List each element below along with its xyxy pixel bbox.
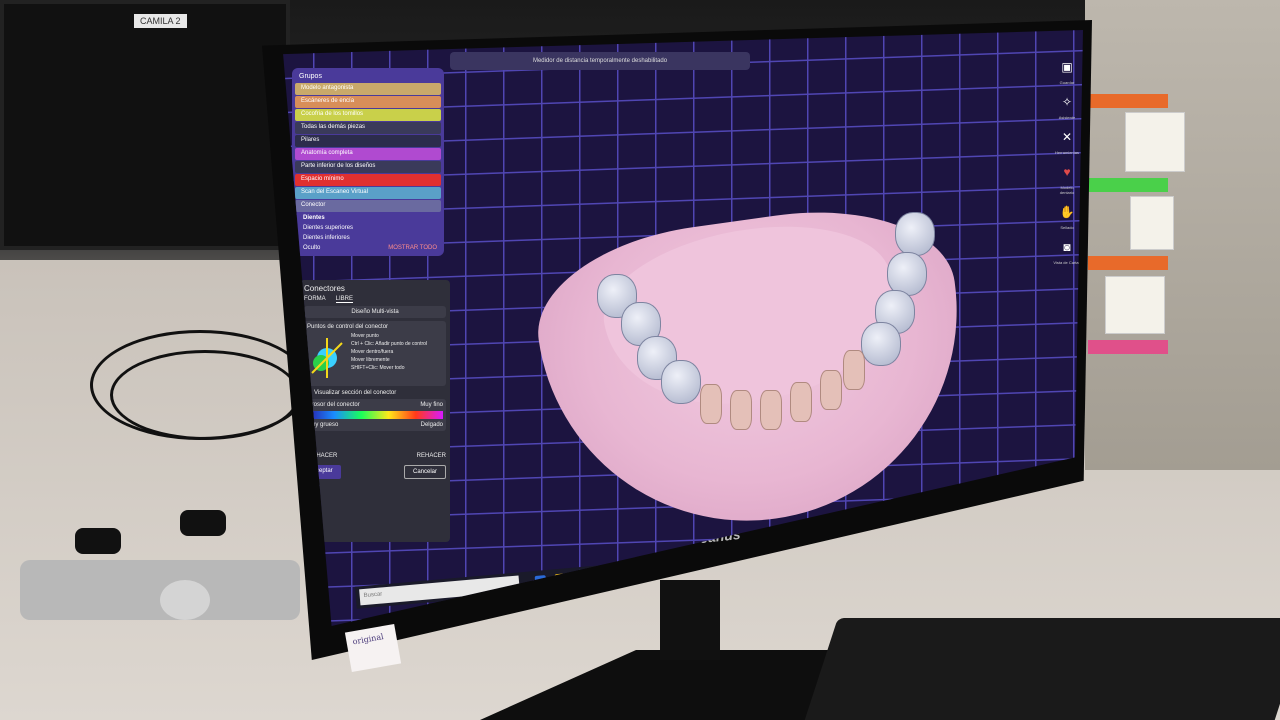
tab-forma[interactable]: FORMA [304, 296, 326, 303]
teeth-item-lower[interactable]: Dientes inferiores [295, 233, 441, 243]
connectors-title: Conectores [304, 284, 345, 293]
toolbar-button[interactable]: ✕ Herramientas [1053, 126, 1081, 155]
toolbar-button-label: Modelo dentario [1059, 185, 1075, 195]
cancel-button[interactable]: Cancelar [403, 465, 446, 479]
teeth-section-title[interactable]: Dientes [295, 213, 441, 223]
articulator-knob [180, 510, 226, 536]
mouse-control-icon [307, 333, 347, 383]
hand-icon: ✋ [1059, 205, 1075, 219]
instruction-line: Mover libremente [351, 357, 390, 363]
shelf [1085, 0, 1280, 470]
orange-shelf-board [1088, 94, 1168, 108]
monitor-stand-neck [660, 580, 720, 660]
thickness-right-label: Muy fino [420, 402, 443, 408]
camera-icon: ◙ [1063, 240, 1071, 254]
group-item[interactable]: Pilares [295, 135, 441, 147]
toolbar-button[interactable]: ✧ Asistente [1053, 91, 1081, 120]
paper-note [1105, 276, 1165, 334]
tooth-stump [760, 390, 782, 430]
toolbar-button-label: Herramientas [1054, 150, 1079, 155]
instruction-line: SHIFT+Clic: Mover todo [351, 365, 405, 371]
group-item[interactable]: Conector [295, 200, 441, 212]
connectors-tabs: FORMA LIBRE [304, 296, 446, 303]
section-checkbox-row[interactable]: Visualizar sección del conector [304, 389, 446, 396]
thickness-mid-label: Delgado [420, 422, 443, 428]
instruction-line: Ctrl + Clic: Añadir punto de control [351, 341, 428, 347]
tooth-stump [820, 370, 842, 410]
background-monitor-label: CAMILA 2 [134, 14, 187, 28]
save-icon: ▣ [1061, 60, 1073, 74]
green-shelf-board [1088, 178, 1168, 192]
distance-meter-tooltip: Medidor de distancia temporalmente desha… [450, 52, 750, 70]
control-points-body: Mover punto Ctrl + Clic: Añadir punto de … [307, 333, 443, 383]
tools-icon: ✕ [1061, 130, 1073, 144]
groups-panel-title: Grupos [299, 73, 322, 80]
group-item[interactable]: Modelo antagonista [295, 83, 441, 95]
background-monitor: CAMILA 2 [0, 0, 290, 250]
toolbar-button-label: Asistente [1058, 115, 1076, 120]
redo-button[interactable]: REHACER [417, 453, 446, 459]
thickness-slider[interactable] [307, 411, 443, 419]
dental-articulator [0, 500, 310, 720]
toolbar-button-label: Vista de Cartas [1053, 260, 1081, 265]
action-row: Aceptar Cancelar [304, 465, 446, 479]
thickness-title: Grosor del conector [307, 402, 360, 408]
tooth-icon: ♥ [1063, 165, 1071, 179]
multi-view-title: Diseño Multi-vista [351, 309, 399, 315]
articulator-disc [160, 580, 210, 620]
hidden-label[interactable]: Oculto [295, 243, 328, 253]
crown-tooth[interactable] [861, 322, 901, 366]
instruction-line: Mover dentro/fuera [351, 349, 394, 355]
toolbar-button[interactable]: ♥ Modelo dentario [1053, 161, 1081, 195]
group-item[interactable]: Scan del Escaneo Virtual [295, 187, 441, 199]
control-points-box: Puntos de control del conector Mover pun… [304, 321, 446, 386]
group-item[interactable]: Parte inferior de los diseños [295, 161, 441, 173]
teeth-item-upper[interactable]: Dientes superiores [295, 223, 441, 233]
crown-tooth[interactable] [661, 360, 701, 404]
toolbar-button-label: Guardar [1059, 80, 1075, 85]
tooth-stump [790, 382, 812, 422]
tab-libre[interactable]: LIBRE [335, 296, 354, 303]
group-item[interactable]: Todas las demás piezas [295, 122, 441, 134]
articulator-knob [75, 528, 121, 554]
pink-shelf-board [1088, 340, 1168, 354]
cable-coil [110, 350, 300, 440]
groups-list: Modelo antagonista Escáneres de encía Coco… [295, 83, 441, 212]
toolbar-button-label: Sellado [1060, 225, 1074, 230]
paper-note [1125, 112, 1185, 172]
undo-redo-row: DESHACER REHACER [304, 453, 446, 459]
articulator-arm [20, 560, 300, 620]
connectors-panel: Conectores FORMA LIBRE Diseño Multi-vist… [300, 280, 450, 542]
multi-view-box: Diseño Multi-vista [304, 306, 446, 318]
tooth-stump [700, 384, 722, 424]
thickness-box: Grosor del conector Muy fino Muy grueso … [304, 399, 446, 431]
thickness-footer: Muy grueso Delgado [307, 422, 443, 428]
instruction-line: Mover punto [351, 333, 379, 339]
show-all-button[interactable]: MOSTRAR TODO [384, 243, 441, 253]
instructions-list: Mover punto Ctrl + Clic: Añadir punto de … [351, 333, 427, 383]
wand-icon: ✧ [1061, 95, 1073, 109]
group-item[interactable]: Cocofria de los tomillos [295, 109, 441, 121]
group-item[interactable]: Escáneres de encía [295, 96, 441, 108]
orange-shelf-board-lower [1088, 256, 1168, 270]
thickness-header: Grosor del conector Muy fino [307, 402, 443, 408]
toolbar-button[interactable]: ✋ Sellado [1053, 201, 1081, 230]
control-points-title: Puntos de control del conector [307, 324, 389, 330]
group-item[interactable]: Anatomía completa [295, 148, 441, 160]
group-item[interactable]: Espacio mínimo [295, 174, 441, 186]
paper-note [1130, 196, 1174, 250]
keyboard [802, 618, 1280, 720]
toolbar-button[interactable]: ◙ Vista de Cartas [1053, 236, 1081, 265]
photo-scene: CAMILA 2 Janus original Medidor de dista… [0, 0, 1280, 720]
groups-panel: Grupos Modelo antagonista Escáneres de en… [292, 68, 444, 256]
tooth-stump [843, 350, 865, 390]
crown-tooth[interactable] [895, 212, 935, 256]
handwritten-tag: original [344, 623, 402, 673]
tooth-stump [730, 390, 752, 430]
section-checkbox-label: Visualizar sección del conector [314, 389, 397, 396]
hidden-row: Oculto MOSTRAR TODO [295, 243, 441, 253]
toolbar-button[interactable]: ▣ Guardar [1053, 56, 1081, 85]
